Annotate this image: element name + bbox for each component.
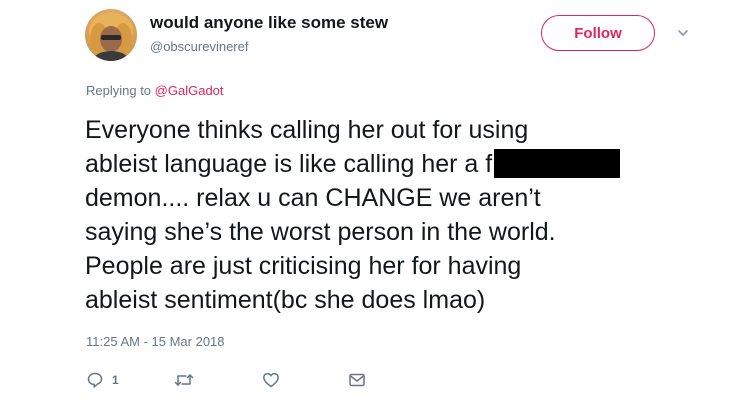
envelope-icon xyxy=(348,371,366,389)
redaction-box xyxy=(494,149,621,178)
reply-icon xyxy=(86,371,104,389)
action-bar: 1 xyxy=(86,369,386,393)
reply-prefix: Replying to xyxy=(86,83,152,98)
retweet-icon xyxy=(174,371,194,389)
tweet-line: ableist sentiment(bc she does lmao) xyxy=(85,286,486,314)
tweet-card: would anyone like some stew @obscurevine… xyxy=(0,0,750,400)
direct-message-button[interactable] xyxy=(348,369,366,391)
reply-count: 1 xyxy=(112,373,119,387)
tweet-line: People are just criticising her for havi… xyxy=(85,252,522,280)
chevron-down-icon[interactable] xyxy=(676,26,690,40)
display-name[interactable]: would anyone like some stew xyxy=(150,13,388,33)
user-handle[interactable]: @obscurevineref xyxy=(150,39,248,54)
like-button[interactable] xyxy=(262,369,280,391)
tweet-text: Everyone thinks calling her out for usin… xyxy=(85,113,685,317)
tweet-line: ableist language is like calling her a f xyxy=(85,150,493,178)
retweet-button[interactable] xyxy=(174,369,194,391)
tweet-line-with-redaction: ableist language is like calling her a f xyxy=(85,147,685,181)
tweet-line: Everyone thinks calling her out for usin… xyxy=(85,116,529,144)
follow-button[interactable]: Follow xyxy=(541,15,655,51)
tweet-timestamp[interactable]: 11:25 AM - 15 Mar 2018 xyxy=(86,334,225,349)
tweet-line: demon.... relax u can CHANGE we aren’t xyxy=(85,184,541,212)
reply-context: Replying to @GalGadot xyxy=(86,83,224,98)
reply-button[interactable]: 1 xyxy=(86,369,119,391)
tweet-line: saying she’s the worst person in the wor… xyxy=(85,218,556,246)
heart-icon xyxy=(262,371,280,389)
reply-mention-link[interactable]: @GalGadot xyxy=(155,83,224,98)
avatar[interactable] xyxy=(85,9,137,61)
